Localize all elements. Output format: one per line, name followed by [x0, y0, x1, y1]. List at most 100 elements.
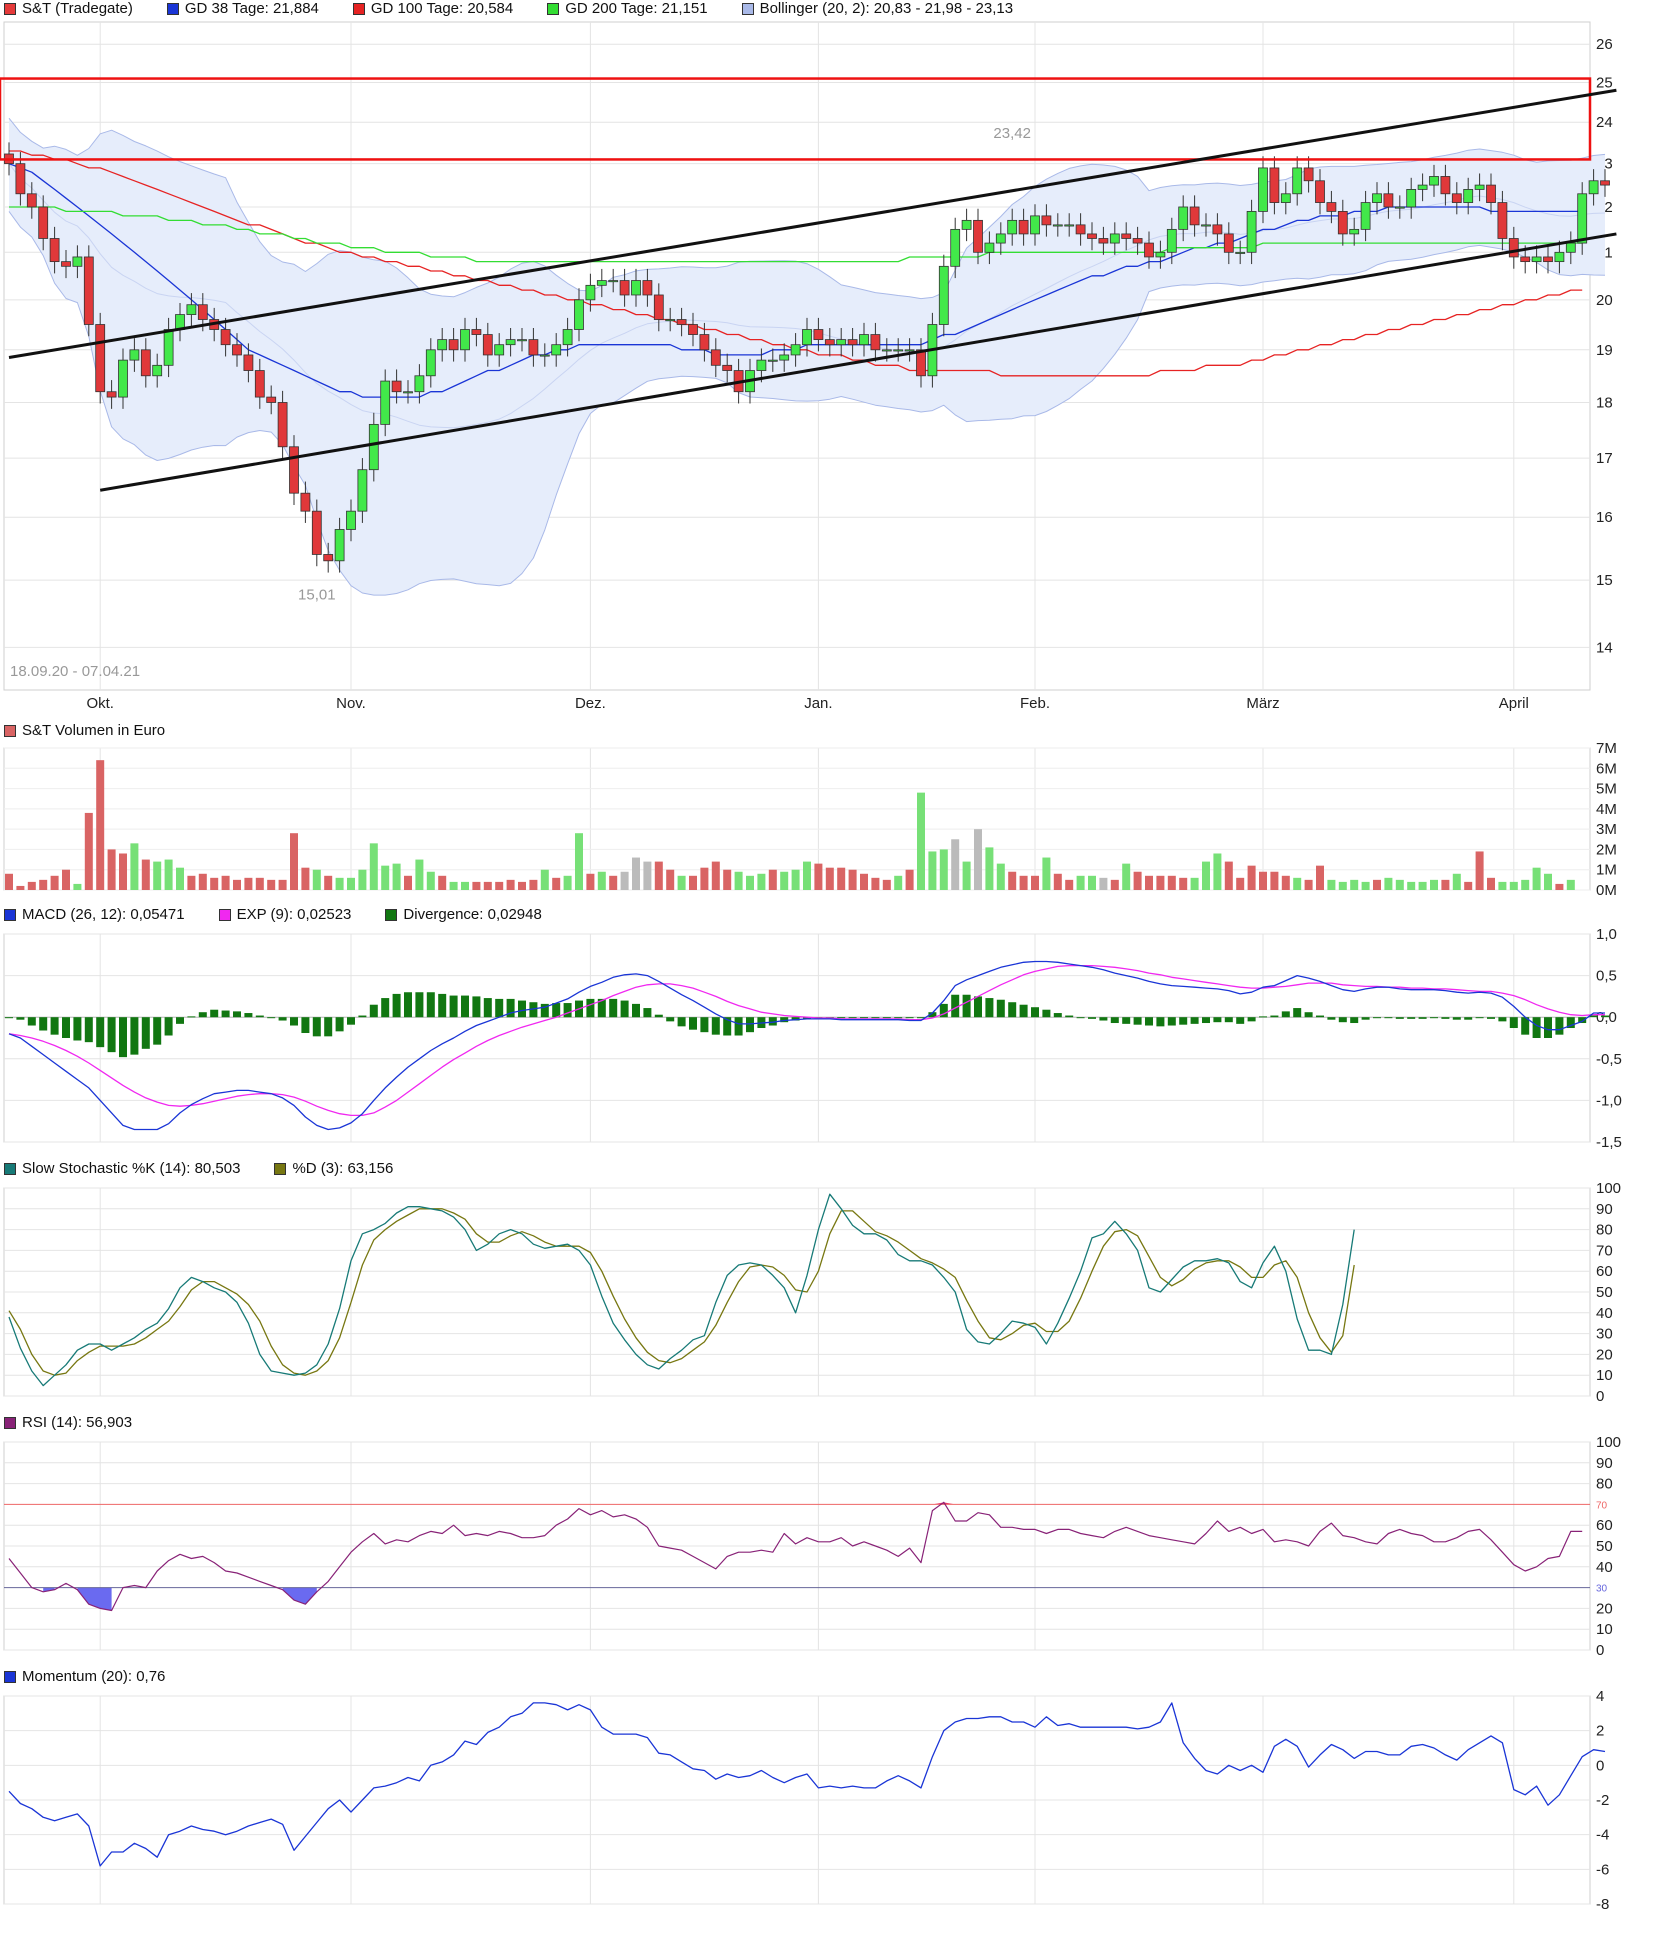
volume-bar: [1122, 863, 1131, 890]
volume-bar: [620, 871, 629, 890]
chart-canvas: 1415161718192021222324252623,4215,0118.0…: [0, 21, 1622, 1913]
y-tick-label: -4: [1596, 1827, 1609, 1844]
candle-up: [1166, 228, 1177, 253]
divergence-bar: [1509, 1017, 1518, 1029]
volume-bar: [39, 879, 48, 890]
divergence-bar: [335, 1017, 344, 1032]
y-tick-label: 4M: [1596, 801, 1617, 818]
volume-bar: [73, 883, 82, 890]
legend-swatch-stoch-d: [274, 1162, 287, 1175]
legend-item: GD 38 Tage: 21,884: [166, 0, 319, 17]
legend-label: MACD (26, 12): 0,05471: [22, 906, 185, 923]
y-tick-label: 80: [1596, 1222, 1613, 1239]
divergence-bar: [16, 1017, 25, 1020]
candle-down: [83, 256, 94, 325]
divergence-bar: [643, 1008, 652, 1018]
volume-bar: [1008, 871, 1017, 890]
y-tick-label: -2: [1596, 1792, 1609, 1809]
legend-item: %D (3): 63,156: [274, 1160, 393, 1177]
divergence-bar: [871, 1017, 880, 1019]
volume-bar: [461, 881, 469, 890]
candle-down: [220, 329, 231, 346]
divergence-bar: [164, 1017, 173, 1036]
divergence-bar: [1247, 1017, 1256, 1022]
divergence-bar: [1395, 1017, 1404, 1019]
candle-up: [790, 344, 801, 356]
x-tick-label: März: [1246, 695, 1279, 712]
volume-bar: [1498, 881, 1507, 890]
volume-bar: [837, 867, 846, 890]
candle-up: [72, 256, 83, 267]
y-tick-label: 1,0: [1596, 926, 1617, 943]
candle-down: [1144, 242, 1154, 258]
divergence-bar: [84, 1017, 93, 1043]
volume-bar: [529, 879, 538, 890]
volume-bar: [1487, 877, 1495, 890]
divergence-bar: [632, 1003, 640, 1018]
y-tick-label: 60: [1596, 1263, 1613, 1280]
candle-down: [916, 349, 926, 377]
candle-up: [767, 359, 778, 362]
divergence-bar: [130, 1017, 139, 1055]
volume-bar: [939, 849, 948, 890]
divergence-bar: [905, 1017, 914, 1019]
divergence-bar: [746, 1017, 754, 1033]
price-annotation: 15,01: [298, 586, 336, 603]
volume-bar: [1338, 881, 1347, 890]
volume-bar: [1316, 865, 1324, 890]
candle-up: [505, 339, 516, 346]
y-tick-label: 40: [1596, 1559, 1613, 1576]
volume-bar: [643, 861, 652, 890]
candle-up: [1429, 176, 1439, 186]
candle-up: [756, 359, 767, 371]
divergence-bar: [1350, 1017, 1359, 1024]
candle-up: [334, 529, 345, 562]
x-tick-label: Okt.: [86, 695, 114, 712]
volume-bar: [1373, 879, 1381, 890]
divergence-bar: [1031, 1007, 1039, 1018]
volume-bar: [1099, 877, 1108, 890]
candle-up: [539, 354, 550, 357]
candle-up: [118, 359, 128, 398]
legend-label: Momentum (20): 0,76: [22, 1668, 166, 1685]
candle-up: [551, 344, 562, 356]
volume-bar: [700, 867, 709, 890]
y-tick-label: 60: [1596, 1517, 1613, 1534]
divergence-bar: [221, 1010, 230, 1018]
volume-bar: [609, 875, 618, 890]
volume-bar: [176, 867, 184, 890]
candle-down: [710, 349, 721, 366]
volume-bar: [791, 869, 800, 890]
candle-down: [699, 334, 710, 351]
volume-bar: [1156, 875, 1165, 890]
volume-bar: [255, 877, 264, 890]
divergence-bar: [1281, 1011, 1290, 1018]
legend-label: GD 100 Tage: 20,584: [370, 0, 514, 17]
volume-bar: [552, 877, 561, 890]
volume-bar: [50, 875, 59, 890]
candle-up: [437, 339, 448, 351]
volume-bar: [438, 875, 447, 890]
y-tick-label: 30: [1596, 1326, 1613, 1343]
y-tick-label: 26: [1596, 36, 1613, 53]
candle-down: [1543, 256, 1553, 263]
divergence-bar: [1236, 1017, 1245, 1024]
divergence-bar: [1327, 1017, 1336, 1020]
volume-bar: [1110, 879, 1119, 890]
candle-up: [859, 334, 869, 346]
candle-down: [243, 354, 254, 371]
candle-down: [870, 334, 881, 351]
candle-down: [1041, 215, 1052, 226]
divergence-bar: [495, 998, 504, 1018]
divergence-bar: [1452, 1017, 1461, 1020]
volume-bar: [951, 839, 960, 890]
volume-bar: [1350, 879, 1359, 890]
candle-up: [631, 280, 641, 296]
x-tick-label: Nov.: [336, 695, 366, 712]
candle-down: [1600, 180, 1610, 186]
candle-up: [1394, 206, 1405, 209]
candle-down: [26, 193, 37, 208]
y-tick-label: 0: [1596, 1757, 1604, 1774]
candle-down: [1303, 167, 1314, 182]
volume-bar: [290, 833, 298, 890]
